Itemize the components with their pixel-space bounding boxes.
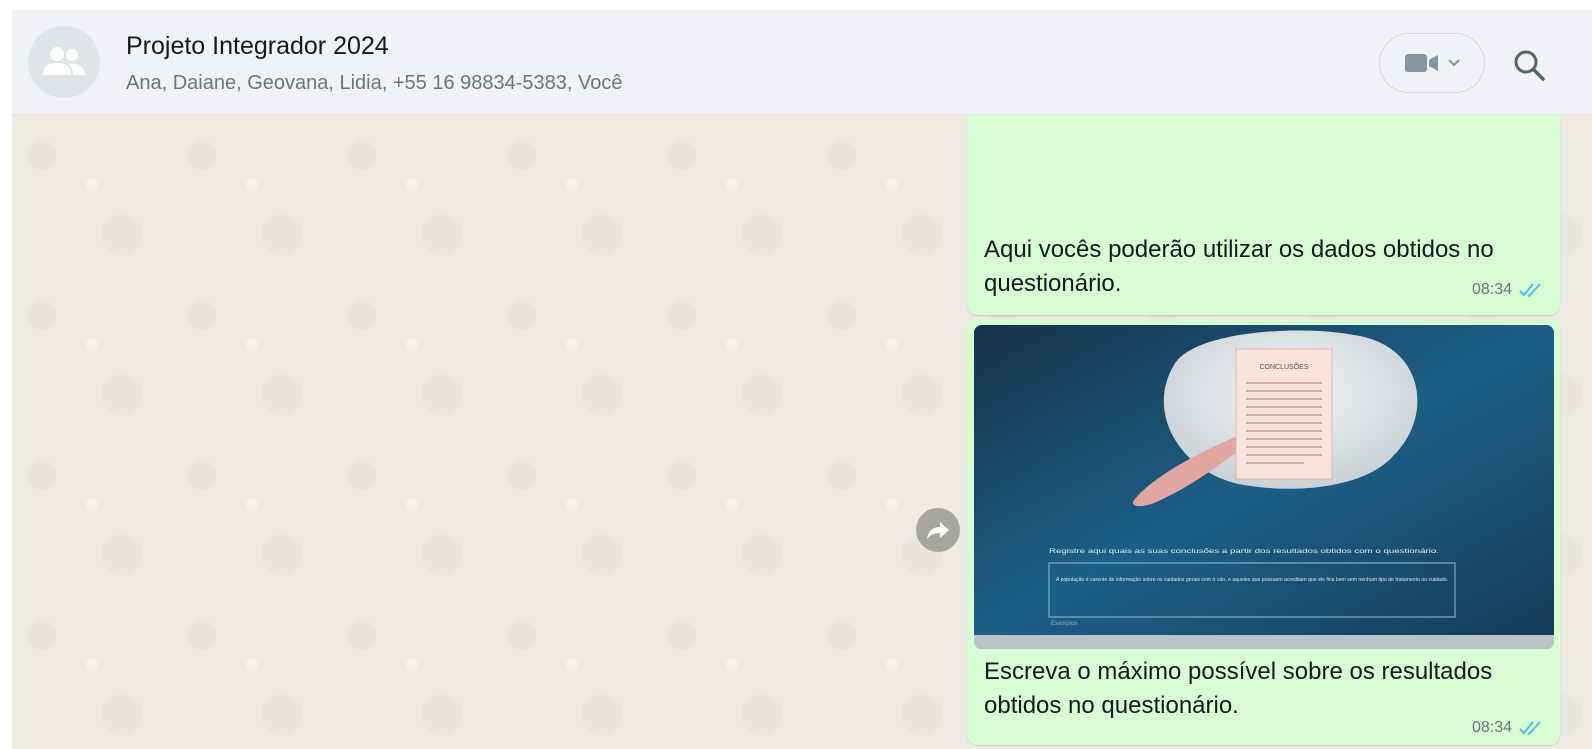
chat-header[interactable]: Projeto Integrador 2024 Ana, Daiane, Geo… [12,10,1592,115]
chevron-down-icon [1448,59,1460,67]
photo-footer: Exemplos [1051,621,1077,627]
message-meta: 08:34 [1472,281,1546,299]
message-time: 08:34 [1471,281,1512,298]
search-icon [1514,50,1545,81]
outgoing-message[interactable]: Aqui vocês poderão utilizar os dados obt… [967,115,1560,315]
group-participants[interactable]: Ana, Daiane, Geovana, Lidia, +55 16 9883… [126,72,623,95]
group-avatar[interactable] [28,26,100,98]
forward-icon [927,522,949,539]
message-text: Aqui vocês poderão utilizar os dados obt… [984,236,1494,297]
photo-prompt: Registre aqui quais as suas conclusões a… [1049,549,1440,555]
double-check-read-icon [1519,283,1541,298]
chat-title[interactable]: Projeto Integrador 2024 [126,32,389,61]
forward-button[interactable] [916,508,960,552]
message-time: 08:34 [1471,719,1512,736]
double-check-read-icon [1519,721,1541,736]
photo-heading: CONCLUSÕES [1259,362,1308,371]
search-button[interactable] [1507,43,1551,87]
outgoing-image-message[interactable]: CONCLUSÕES Registre aqui quais as suas c… [967,319,1560,745]
video-call-button[interactable] [1379,33,1485,93]
message-list[interactable]: Aqui vocês poderão utilizar os dados obt… [12,115,1592,749]
message-caption: Escreva o máximo possível sobre os resul… [984,658,1493,719]
message-meta: 08:34 [1472,719,1546,737]
photo-answer: A população é carente de informação sobr… [1056,577,1448,583]
whatsapp-chat-window: Projeto Integrador 2024 Ana, Daiane, Geo… [12,10,1592,749]
video-camera-icon [1405,54,1438,72]
group-icon [43,47,85,75]
message-photo[interactable]: CONCLUSÕES Registre aqui quais as suas c… [974,325,1554,649]
